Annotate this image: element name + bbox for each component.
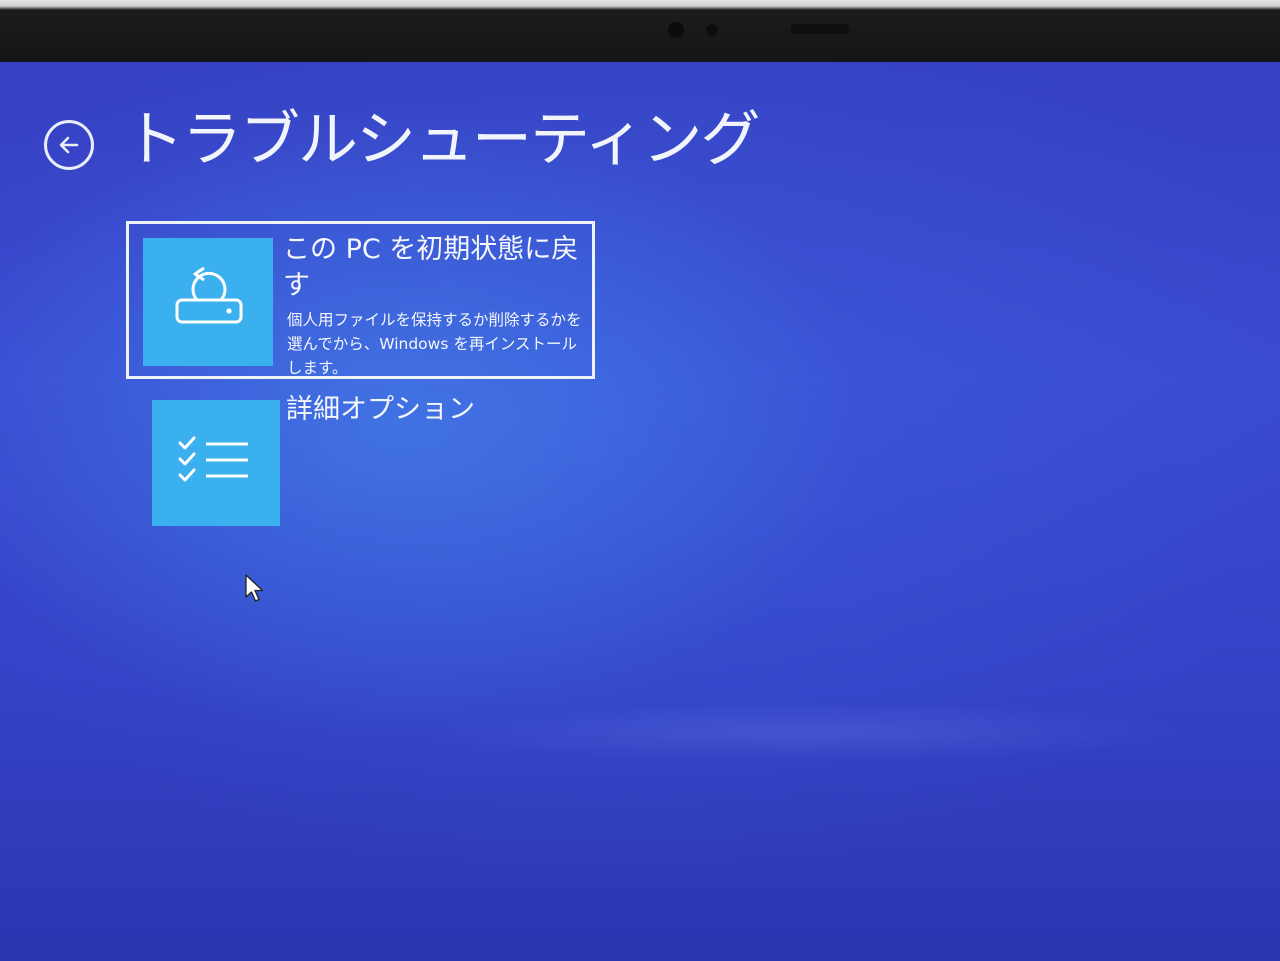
ir-sensor bbox=[790, 24, 850, 34]
reset-pc-description: 個人用ファイルを保持するか削除するかを選んでから、Windows を再インストー… bbox=[287, 311, 582, 377]
advanced-options-tile bbox=[152, 400, 280, 526]
reset-pc-tile bbox=[143, 238, 273, 366]
reset-pc-title: この PC を初期状態に戻す bbox=[283, 234, 579, 301]
mouse-cursor-icon bbox=[245, 574, 264, 602]
page-title: トラブルシューティング bbox=[124, 105, 760, 175]
webcam-sensor bbox=[706, 24, 718, 36]
monitor-bezel bbox=[0, 0, 1280, 62]
back-button[interactable] bbox=[44, 120, 94, 170]
back-arrow-icon bbox=[59, 136, 79, 154]
reset-pc-icon bbox=[175, 266, 243, 324]
checklist-icon bbox=[178, 436, 248, 482]
reset-pc-option[interactable]: この PC を初期状態に戻す 個人用ファイルを保持するか削除するかを選んでから、… bbox=[126, 221, 595, 379]
screen-glare bbox=[420, 702, 1200, 762]
advanced-options-option[interactable]: 詳細オプション bbox=[152, 394, 482, 528]
webcam bbox=[668, 22, 684, 38]
recovery-screen: トラブルシューティング この PC を初期状態に戻す 個人用ファイルを保持するか… bbox=[0, 62, 1280, 961]
advanced-options-title: 詳細オプション bbox=[286, 394, 475, 425]
